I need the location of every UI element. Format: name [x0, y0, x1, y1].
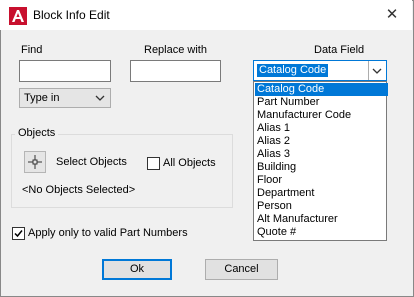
crosshair-icon [28, 155, 42, 169]
find-mode-value: Type in [24, 92, 60, 104]
checkmark-icon [14, 230, 23, 238]
all-objects-checkbox[interactable] [147, 157, 160, 170]
chevron-down-icon [95, 95, 105, 101]
close-button[interactable]: ✕ [378, 2, 406, 28]
dropdown-option[interactable]: Alt Manufacturer [255, 213, 388, 226]
select-objects-button[interactable] [24, 151, 46, 173]
dropdown-option[interactable]: Alias 1 [255, 122, 388, 135]
replace-input[interactable] [130, 60, 221, 82]
dropdown-option[interactable]: Alias 3 [255, 148, 388, 161]
dropdown-option[interactable]: Floor [255, 174, 388, 187]
data-field-dropdown-list: Catalog Code Part Number Manufacturer Co… [253, 81, 388, 241]
dropdown-option[interactable]: Manufacturer Code [255, 109, 388, 122]
replace-label: Replace with [144, 44, 207, 56]
ok-button[interactable]: Ok [102, 259, 172, 280]
dropdown-option[interactable]: Alias 2 [255, 135, 388, 148]
find-input[interactable] [19, 60, 111, 82]
dropdown-option[interactable]: Person [255, 200, 388, 213]
data-field-label: Data Field [314, 44, 365, 56]
window-title: Block Info Edit [33, 8, 110, 22]
data-field-dropdown-button[interactable] [368, 61, 386, 80]
chevron-down-icon [372, 68, 382, 74]
select-objects-label[interactable]: Select Objects [56, 156, 127, 168]
autocad-a-icon [9, 7, 27, 25]
find-mode-select[interactable]: Type in [19, 88, 111, 108]
dropdown-option[interactable]: Quote # [255, 226, 388, 239]
selection-status: <No Objects Selected> [22, 184, 136, 196]
data-field-value: Catalog Code [257, 64, 329, 77]
cancel-button[interactable]: Cancel [205, 259, 278, 280]
find-label: Find [21, 44, 43, 56]
dropdown-option[interactable]: Part Number [255, 96, 388, 109]
dropdown-option[interactable]: Department [255, 187, 388, 200]
apply-only-label[interactable]: Apply only to valid Part Numbers [28, 227, 188, 239]
data-field-select[interactable]: Catalog Code [253, 60, 387, 81]
dropdown-option[interactable]: Building [255, 161, 388, 174]
all-objects-label[interactable]: All Objects [163, 157, 216, 169]
objects-group-label: Objects [15, 127, 59, 139]
dropdown-option[interactable]: Catalog Code [255, 83, 388, 96]
apply-only-checkbox[interactable] [12, 227, 25, 240]
